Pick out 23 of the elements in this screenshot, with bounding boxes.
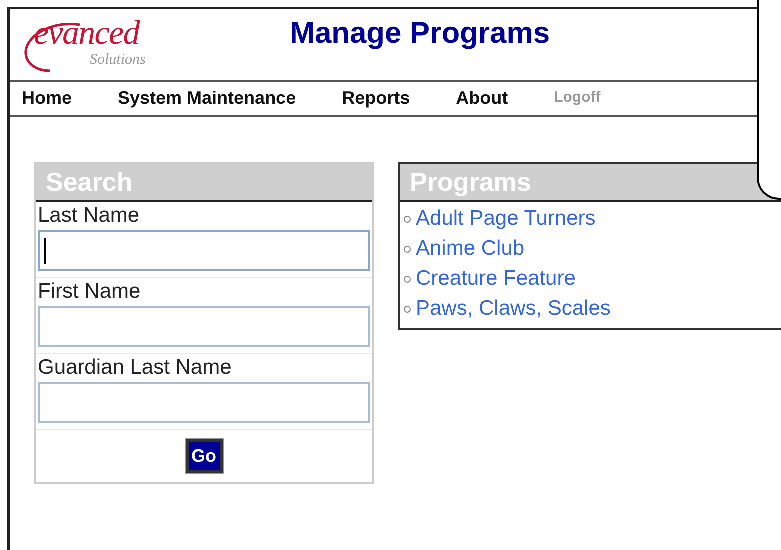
logo-tagline: Solutions <box>90 52 146 68</box>
nav-link[interactable]: System Maintenance <box>118 85 296 112</box>
input-field[interactable] <box>38 230 370 271</box>
page-title: Manage Programs <box>290 16 550 52</box>
program-link[interactable]: Paws, Claws, Scales <box>416 294 611 324</box>
program-link[interactable]: Creature Feature <box>416 264 576 294</box>
nav-link[interactable]: Home <box>22 85 72 112</box>
logo-name: evanced <box>34 16 140 50</box>
program-link[interactable]: Anime Club <box>416 234 525 264</box>
field-label: Last Name <box>38 203 141 229</box>
go-button[interactable]: Go <box>186 439 222 473</box>
input-field[interactable] <box>38 306 370 347</box>
field-label: First Name <box>38 279 142 305</box>
nav-link[interactable]: About <box>456 85 508 112</box>
bullet-icon <box>404 216 411 222</box>
bullet-icon <box>404 246 411 252</box>
input-field[interactable] <box>38 382 370 423</box>
bullet-icon <box>404 306 411 312</box>
field-label: Guardian Last Name <box>38 355 233 381</box>
program-link[interactable]: Adult Page Turners <box>416 204 596 234</box>
text-cursor <box>44 238 46 264</box>
nav-link[interactable]: Reports <box>342 85 410 112</box>
bullet-icon <box>404 276 411 282</box>
